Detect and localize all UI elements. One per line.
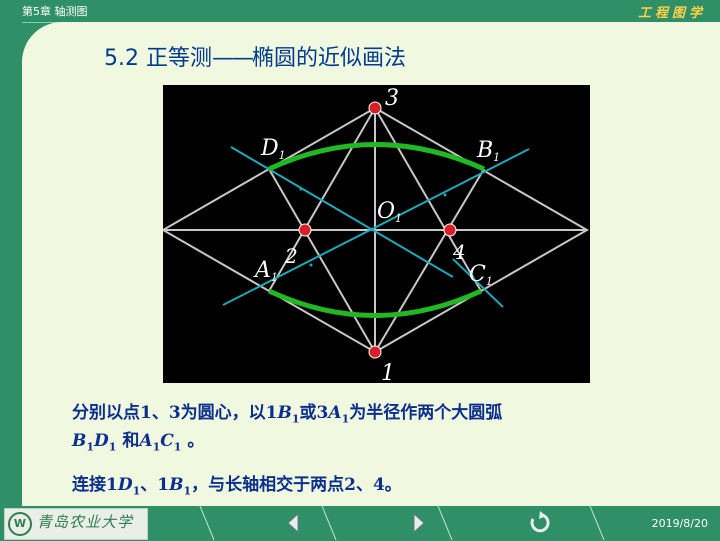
logo-text: 青岛农业大学 bbox=[37, 513, 134, 531]
instruction-line-2: B1D1 和A1C1 。 bbox=[72, 431, 205, 454]
point-1 bbox=[368, 345, 382, 359]
label-4: 4 bbox=[452, 240, 466, 264]
dot-3 bbox=[309, 263, 313, 267]
return-button[interactable] bbox=[525, 509, 553, 537]
instruction-line-3: 连接1D1、1B1，与长轴相交于两点2、4。 bbox=[72, 475, 402, 498]
header-bar: 第5章 轴测图 工程图学 bbox=[0, 0, 720, 23]
ellipse-construction-figure: 3 1 2 4 O1 D1 B1 A1 C1 bbox=[163, 85, 590, 383]
label-d1: D1 bbox=[260, 136, 286, 162]
slide-title: 5.2 正等测——椭圆的近似画法 bbox=[104, 40, 406, 72]
dot-2 bbox=[443, 193, 447, 197]
line-1-b1 bbox=[374, 168, 485, 353]
point-2 bbox=[298, 223, 312, 237]
point-3 bbox=[368, 101, 382, 115]
label-1: 1 bbox=[381, 361, 395, 383]
instruction-line-1: 分别以点1、3为圆心，以1B1或3A1为半径作两个大圆弧 bbox=[72, 403, 503, 426]
title-prefix: 5.2 正等测 bbox=[104, 46, 212, 71]
figure-svg: 3 1 2 4 O1 D1 B1 A1 C1 bbox=[163, 86, 590, 383]
dot-1 bbox=[299, 187, 303, 191]
label-o1: O1 bbox=[377, 199, 402, 225]
next-slide-button[interactable] bbox=[404, 509, 432, 537]
chapter-label: 第5章 轴测图 bbox=[22, 5, 88, 18]
arc-b1-d1 bbox=[267, 142, 486, 172]
point-4 bbox=[443, 223, 457, 237]
slide-date: 2019/8/20 bbox=[651, 517, 708, 530]
label-a1: A1 bbox=[253, 258, 278, 284]
left-strip bbox=[0, 22, 22, 506]
triangle-left-icon bbox=[287, 512, 299, 534]
logo-emblem-icon: W bbox=[8, 512, 32, 536]
university-logo: W 青岛农业大学 bbox=[4, 508, 148, 540]
title-dash: —— bbox=[211, 46, 254, 71]
triangle-right-icon bbox=[413, 512, 425, 534]
label-b1: B1 bbox=[476, 138, 500, 164]
label-c1: C1 bbox=[469, 262, 493, 288]
course-title: 工程图学 bbox=[637, 6, 706, 21]
return-circle-icon bbox=[530, 511, 550, 533]
title-rest: 椭圆的近似画法 bbox=[251, 46, 406, 71]
prev-slide-button[interactable] bbox=[280, 509, 308, 537]
label-2: 2 bbox=[284, 244, 298, 268]
label-3: 3 bbox=[385, 86, 399, 111]
